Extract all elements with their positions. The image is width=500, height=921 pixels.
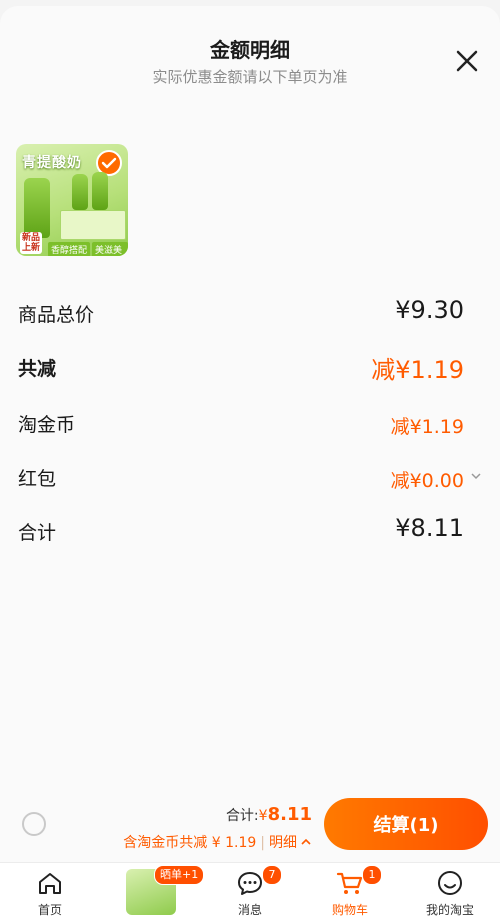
checkout-bar: 合计:¥8.11 含淘金币共减 ¥ 1.19 | 明细 结算(1) — [0, 790, 500, 862]
tab-home[interactable]: 首页 — [0, 863, 100, 921]
product-tag: 美滋美味 — [92, 242, 128, 256]
close-icon[interactable] — [454, 48, 480, 74]
coin-row: 淘金币 减¥1.19 — [18, 402, 482, 442]
sum-label: 合计 — [18, 522, 57, 544]
total-price-label: 商品总价 — [18, 304, 95, 326]
tab-my-taobao[interactable]: 我的淘宝 — [400, 863, 500, 921]
total-price-row: 商品总价 ¥9.30 — [18, 292, 482, 332]
total-price-value: ¥9.30 — [395, 296, 464, 324]
coin-value: 减¥1.19 — [390, 416, 464, 438]
chevron-up-icon — [301, 838, 311, 845]
product-tag: 香醇搭配 — [48, 242, 91, 256]
product-bottle-image — [72, 174, 88, 210]
detail-link-label: 明细 — [269, 835, 297, 851]
red-packet-row[interactable]: 红包 减¥0.00 — [18, 456, 482, 496]
home-icon — [39, 873, 61, 894]
sheet-subtitle: 实际优惠金额请以下单页为准 — [152, 68, 348, 86]
checkout-sum: 合计:¥8.11 — [226, 804, 312, 825]
sum-prefix: 合计: — [225, 808, 259, 824]
total-reduce-label: 共减 — [18, 358, 57, 380]
amount-detail-sheet: 金额明细 实际优惠金额请以下单页为准 青提酸奶 新品上新 香醇搭配 美滋美味 商… — [0, 6, 500, 920]
tab-label: 首页 — [37, 903, 62, 917]
sum-row: 合计 ¥8.11 — [18, 510, 482, 550]
detail-toggle[interactable]: 明细 — [269, 835, 312, 851]
tab-label: 购物车 — [331, 903, 368, 917]
messages-badge: 7 — [262, 865, 282, 885]
tab-messages[interactable]: 7 消息 — [200, 863, 300, 921]
cart-icon — [336, 872, 363, 894]
discount-summary: 含淘金币共减 ¥ 1.19 | 明细 — [123, 832, 312, 852]
product-box-image — [60, 210, 126, 240]
red-packet-label: 红包 — [18, 468, 57, 490]
product-thumbnail[interactable]: 青提酸奶 新品上新 香醇搭配 美滋美味 — [16, 144, 128, 256]
cart-badge: 1 — [362, 865, 382, 885]
sum-amount: 8.11 — [267, 804, 312, 825]
message-icon — [238, 872, 262, 895]
new-product-tag: 新品 上新 — [20, 232, 43, 254]
total-reduce-value: 减¥1.19 — [371, 356, 464, 384]
red-packet-value: 减¥0.00 — [390, 470, 464, 492]
coin-label: 淘金币 — [18, 414, 76, 436]
product-bottle-image — [24, 178, 50, 238]
product-thumb-title: 青提酸奶 — [22, 155, 82, 171]
tab-label: 消息 — [237, 903, 262, 917]
chevron-down-icon[interactable] — [470, 470, 482, 482]
tab-share-order[interactable]: 晒单+1 — [100, 863, 205, 921]
bottom-tab-bar: 首页 晒单+1 7 消息 1 购物车 我的淘宝 — [0, 862, 500, 921]
profile-icon — [438, 871, 462, 895]
total-reduce-row: 共减 减¥1.19 — [18, 346, 482, 386]
sum-currency: ¥ — [258, 808, 268, 824]
tab-label: 我的淘宝 — [425, 903, 474, 917]
tab-cart[interactable]: 1 购物车 — [300, 863, 400, 921]
select-all-checkbox[interactable] — [22, 812, 46, 836]
discount-text: 含淘金币共减 ¥ 1.19 — [123, 835, 257, 851]
checkout-button[interactable]: 结算(1) — [324, 798, 488, 850]
sheet-title: 金额明细 — [210, 38, 290, 62]
product-bottle-image — [92, 172, 108, 210]
sum-value: ¥8.11 — [395, 514, 464, 542]
share-order-badge: 晒单+1 — [154, 865, 205, 885]
